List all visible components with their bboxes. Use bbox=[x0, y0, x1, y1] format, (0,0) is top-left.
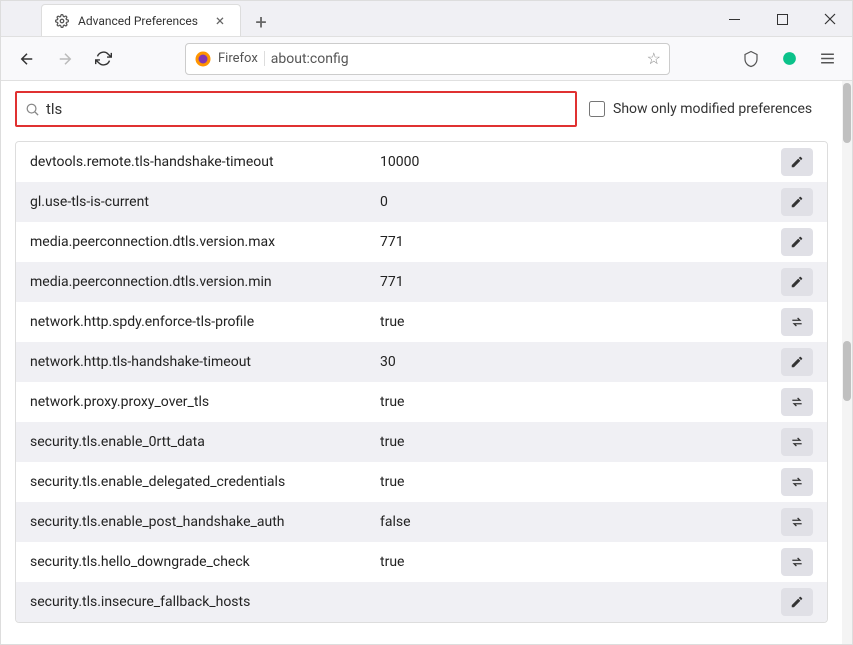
pref-row: security.tls.enable_delegated_credential… bbox=[16, 462, 827, 502]
toggle-button[interactable] bbox=[781, 388, 813, 416]
scrollbar[interactable] bbox=[842, 81, 852, 644]
show-modified-text: Show only modified preferences bbox=[613, 101, 812, 117]
toolbar: Firefox about:config ☆ bbox=[1, 37, 852, 81]
edit-button[interactable] bbox=[781, 348, 813, 376]
pref-value: 771 bbox=[380, 274, 781, 290]
edit-button[interactable] bbox=[781, 588, 813, 616]
edit-button[interactable] bbox=[781, 188, 813, 216]
pref-row: media.peerconnection.dtls.version.max771 bbox=[16, 222, 827, 262]
edit-button[interactable] bbox=[781, 148, 813, 176]
edit-button[interactable] bbox=[781, 268, 813, 296]
pref-name: media.peerconnection.dtls.version.max bbox=[30, 234, 380, 250]
pref-value: true bbox=[380, 434, 781, 450]
pref-name: security.tls.hello_downgrade_check bbox=[30, 554, 380, 570]
app-menu-button[interactable] bbox=[812, 44, 842, 74]
pref-table: devtools.remote.tls-handshake-timeout100… bbox=[15, 141, 828, 623]
search-box[interactable] bbox=[15, 91, 577, 127]
pref-value: true bbox=[380, 554, 781, 570]
firefox-icon bbox=[194, 50, 212, 68]
pref-name: security.tls.enable_post_handshake_auth bbox=[30, 514, 380, 530]
pref-value: 30 bbox=[380, 354, 781, 370]
window-controls bbox=[712, 1, 852, 37]
show-modified-checkbox[interactable] bbox=[589, 101, 605, 117]
pref-name: network.http.tls-handshake-timeout bbox=[30, 354, 380, 370]
pref-row: security.tls.enable_post_handshake_authf… bbox=[16, 502, 827, 542]
pref-name: security.tls.enable_0rtt_data bbox=[30, 434, 380, 450]
browser-tab[interactable]: Advanced Preferences × bbox=[41, 4, 241, 36]
toggle-button[interactable] bbox=[781, 508, 813, 536]
toggle-button[interactable] bbox=[781, 548, 813, 576]
pref-name: network.http.spdy.enforce-tls-profile bbox=[30, 314, 380, 330]
pref-value: 10000 bbox=[380, 154, 781, 170]
search-input[interactable] bbox=[46, 100, 567, 118]
urlbar[interactable]: Firefox about:config ☆ bbox=[185, 43, 670, 75]
maximize-button[interactable] bbox=[760, 1, 804, 37]
search-row: Show only modified preferences bbox=[1, 81, 842, 137]
scrollbar-thumb[interactable] bbox=[843, 341, 851, 401]
pref-row: network.proxy.proxy_over_tlstrue bbox=[16, 382, 827, 422]
pref-name: security.tls.insecure_fallback_hosts bbox=[30, 594, 380, 610]
minimize-button[interactable] bbox=[712, 1, 756, 37]
toggle-button[interactable] bbox=[781, 468, 813, 496]
toggle-button[interactable] bbox=[781, 428, 813, 456]
tab-title: Advanced Preferences bbox=[78, 14, 204, 28]
pocket-button[interactable] bbox=[736, 44, 766, 74]
show-modified-checkbox-label[interactable]: Show only modified preferences bbox=[589, 101, 812, 117]
pref-value: true bbox=[380, 474, 781, 490]
bookmark-star-icon[interactable]: ☆ bbox=[647, 49, 661, 68]
pref-name: security.tls.enable_delegated_credential… bbox=[30, 474, 380, 490]
pref-value: 771 bbox=[380, 234, 781, 250]
pref-value: true bbox=[380, 314, 781, 330]
content-area: Show only modified preferences devtools.… bbox=[1, 81, 842, 644]
pref-row: network.http.tls-handshake-timeout30 bbox=[16, 342, 827, 382]
pref-name: media.peerconnection.dtls.version.min bbox=[30, 274, 380, 290]
pref-name: gl.use-tls-is-current bbox=[30, 194, 380, 210]
new-tab-button[interactable]: + bbox=[247, 8, 275, 36]
pref-row: network.http.spdy.enforce-tls-profiletru… bbox=[16, 302, 827, 342]
pref-name: network.proxy.proxy_over_tls bbox=[30, 394, 380, 410]
pref-row: security.tls.insecure_fallback_hosts bbox=[16, 582, 827, 622]
pref-row: security.tls.hello_downgrade_checktrue bbox=[16, 542, 827, 582]
pref-value: 0 bbox=[380, 194, 781, 210]
pref-row: media.peerconnection.dtls.version.min771 bbox=[16, 262, 827, 302]
pref-row: devtools.remote.tls-handshake-timeout100… bbox=[16, 142, 827, 182]
close-tab-button[interactable]: × bbox=[212, 13, 228, 29]
scrollbar-thumb[interactable] bbox=[843, 83, 851, 143]
forward-button[interactable] bbox=[49, 43, 81, 75]
pref-value: true bbox=[380, 394, 781, 410]
titlebar: Advanced Preferences × + bbox=[1, 1, 852, 37]
close-window-button[interactable] bbox=[808, 1, 852, 37]
gear-icon bbox=[54, 13, 70, 29]
pref-row: security.tls.enable_0rtt_datatrue bbox=[16, 422, 827, 462]
pref-row: gl.use-tls-is-current0 bbox=[16, 182, 827, 222]
edit-button[interactable] bbox=[781, 228, 813, 256]
search-icon bbox=[25, 102, 40, 117]
extension-button[interactable] bbox=[774, 44, 804, 74]
url-text: about:config bbox=[271, 51, 641, 67]
toggle-button[interactable] bbox=[781, 308, 813, 336]
pref-value: false bbox=[380, 514, 781, 530]
back-button[interactable] bbox=[11, 43, 43, 75]
identity-label: Firefox bbox=[218, 51, 265, 66]
pref-name: devtools.remote.tls-handshake-timeout bbox=[30, 154, 380, 170]
reload-button[interactable] bbox=[87, 43, 119, 75]
